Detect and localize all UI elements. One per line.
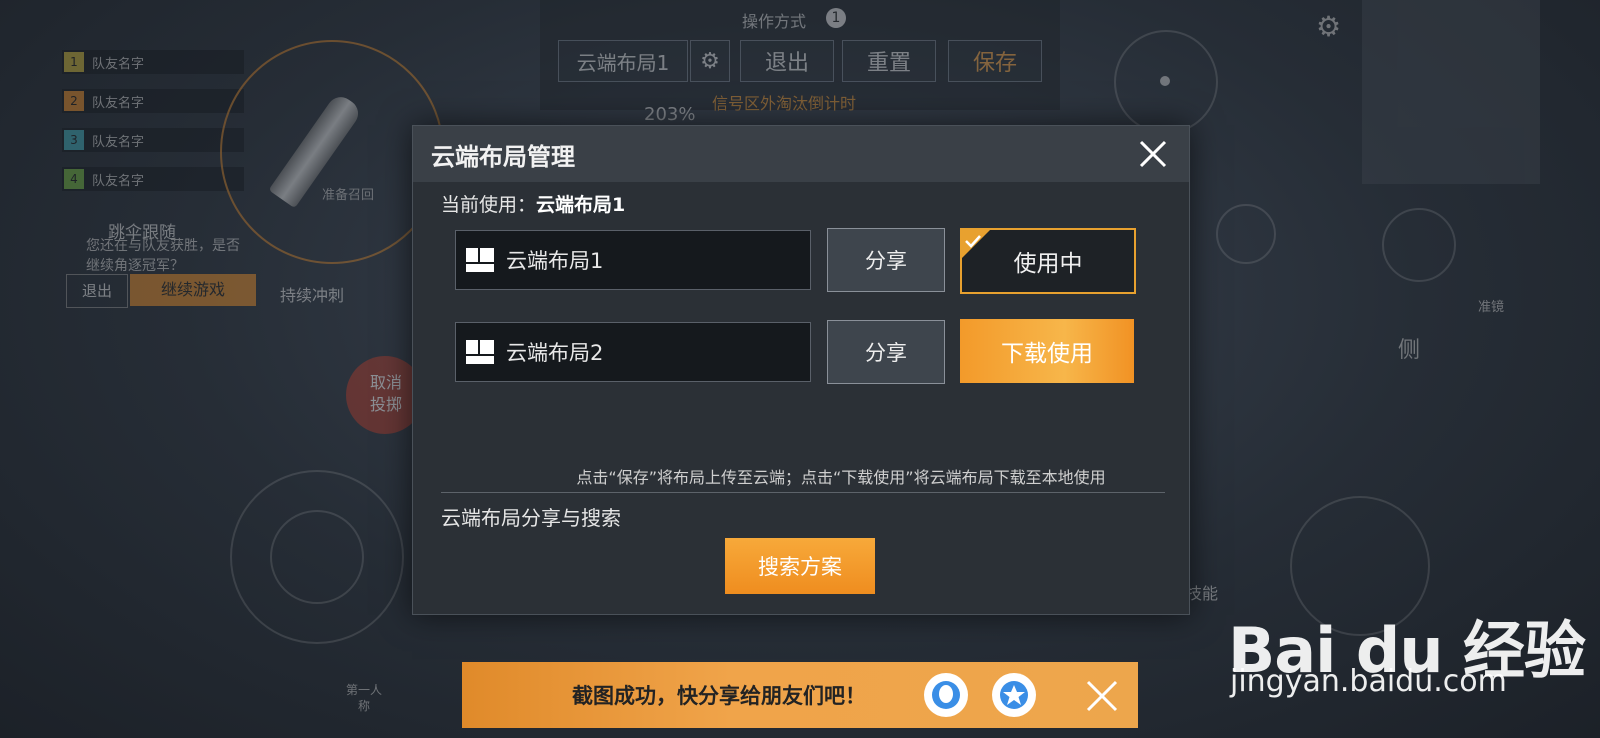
download-use-button[interactable]: 下载使用 [960,319,1134,383]
gear-icon[interactable]: ⚙ [1316,10,1341,43]
share-button[interactable]: 分享 [827,320,945,384]
dialog-header: 云端布局管理 [413,126,1189,182]
layout-grid-icon [466,340,494,364]
team-row: 2 队友名字 [62,89,244,113]
search-plan-button[interactable]: 搜索方案 [725,538,875,594]
team-name: 队友名字 [92,95,145,111]
team-name: 队友名字 [92,173,145,189]
side-label[interactable]: 侧 [1398,332,1420,364]
layout-row[interactable]: 云端布局2 [455,322,811,382]
percent-text: 203% [644,104,696,125]
sprint-label: 持续冲刺 [280,286,345,305]
qzone-share-icon[interactable] [992,673,1036,717]
layout-row[interactable]: 云端布局1 [455,230,811,290]
eye-icon[interactable] [1216,204,1276,264]
prompt-text: 您还在与队友获胜，是否继续角逐冠军？ [86,238,240,274]
current-prefix: 当前使用： [441,194,537,216]
team-name: 队友名字 [92,56,145,72]
team-row: 3 队友名字 [62,128,244,152]
exit-button[interactable]: 退出 [740,40,834,82]
layout-name-box[interactable]: 云端布局1 [558,40,688,82]
divider [441,492,1165,493]
watermark-url: jingyan.baidu.com [1230,664,1507,699]
check-corner-icon [962,230,990,258]
close-icon[interactable] [1135,136,1171,172]
mode-label: 操作方式 [742,12,807,31]
cloud-layout-dialog: 云端布局管理 当前使用：云端布局1 云端布局1 分享 使用中 云端布局2 分享 … [412,125,1190,615]
minimap[interactable] [1362,0,1540,184]
recall-label: 准备召回 [322,188,375,203]
layout-name: 云端布局1 [506,249,604,273]
team-number: 3 [64,130,84,150]
current-layout: 当前使用：云端布局1 [441,190,625,217]
team-row: 4 队友名字 [62,167,244,191]
countdown-text: 信号区外淘汰倒计时 [712,94,857,113]
team-name: 队友名字 [92,134,145,150]
qq-share-icon[interactable] [924,673,968,717]
gear-icon[interactable]: ⚙ [690,40,730,82]
hint-text: 点击“保存”将布局上传至云端；点击“下载使用”将云端布局下载至本地使用 [576,468,1106,487]
in-use-button[interactable]: 使用中 [960,228,1136,294]
section-title: 云端布局分享与搜索 [441,506,621,530]
reset-button[interactable]: 重置 [842,40,936,82]
close-icon[interactable] [1084,678,1120,714]
first-person-label: 第一人称 [346,683,383,713]
download-use-label: 下载使用 [1001,341,1093,367]
location-icon[interactable] [1382,208,1456,282]
joystick-inner [270,510,364,604]
scope-label[interactable]: 准镜 [1478,296,1504,315]
share-button[interactable]: 分享 [827,228,945,292]
prompt-exit-button[interactable]: 退出 [66,274,128,308]
skill-label: 技能 [1186,584,1219,603]
team-number: 4 [64,169,84,189]
prompt-continue-button[interactable]: 继续游戏 [130,274,256,306]
team-row: 1 队友名字 [62,50,244,74]
current-value: 云端布局1 [536,194,626,216]
cancel-throw-label: 取消投掷 [369,373,402,414]
screenshot-toast: 截图成功，快分享给朋友们吧！ [462,662,1138,728]
layout-grid-icon [466,248,494,272]
save-button[interactable]: 保存 [948,40,1042,82]
dialog-title: 云端布局管理 [431,142,575,171]
mode-badge: 1 [826,8,846,28]
toast-text: 截图成功，快分享给朋友们吧！ [572,684,866,708]
in-use-label: 使用中 [1013,251,1083,277]
layout-name: 云端布局2 [506,341,604,365]
team-number: 2 [64,91,84,111]
crosshair-dot [1160,76,1170,86]
team-number: 1 [64,52,84,72]
